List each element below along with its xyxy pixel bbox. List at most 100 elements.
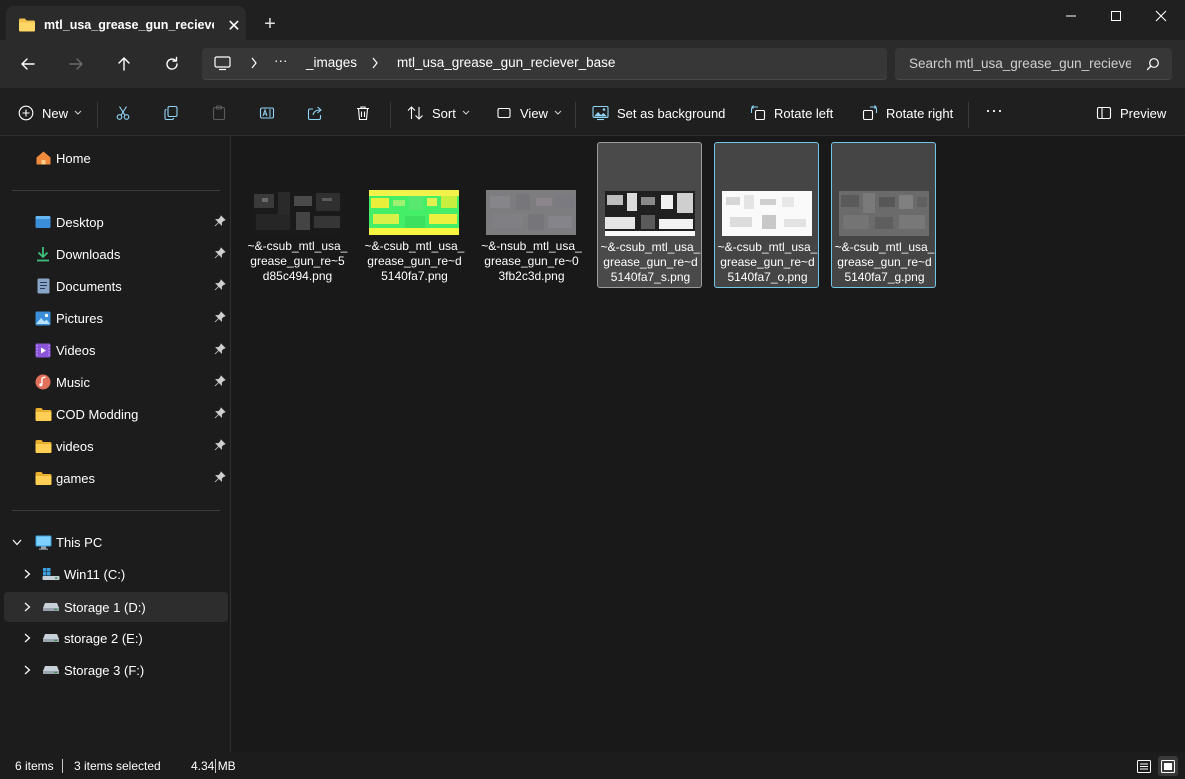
file-item-selected[interactable]: ~&-csub_mtl_usa_grease_gun_re~d5140fa7_g…	[831, 142, 936, 288]
sidebar-item-label: games	[56, 470, 96, 486]
file-item[interactable]: ~&-csub_mtl_usa_grease_gun_re~5d85c494.p…	[245, 142, 350, 288]
sidebar-item-drive-d[interactable]: Storage 1 (D:)	[4, 592, 228, 622]
sidebar-item-videos-folder[interactable]: videos	[4, 432, 228, 460]
see-more-button[interactable]: ···	[985, 97, 1003, 123]
file-name: ~&-nsub_mtl_usa_grease_gun_re~03fb2c3d.p…	[481, 239, 582, 283]
chevron-right-icon[interactable]	[20, 663, 34, 677]
toolbar-divider	[97, 102, 98, 128]
copy-button[interactable]	[163, 100, 179, 126]
sort-button[interactable]: Sort	[407, 100, 470, 126]
address-bar[interactable]: ··· _images mtl_usa_grease_gun_reciever_…	[202, 48, 887, 80]
pin-icon[interactable]	[214, 439, 226, 454]
arrow-right-icon	[69, 58, 83, 70]
folder-icon	[18, 17, 36, 36]
chevron-right-icon[interactable]	[20, 631, 34, 645]
sidebar-item-this-pc[interactable]: This PC	[4, 528, 228, 556]
maximize-button[interactable]	[1093, 0, 1139, 32]
large-icons-view-button[interactable]	[1158, 756, 1178, 776]
preview-pane-icon	[1096, 106, 1112, 120]
chevron-right-icon[interactable]	[20, 567, 34, 581]
preview-pane-button[interactable]: Preview	[1096, 100, 1166, 126]
arrow-left-icon	[21, 58, 35, 70]
document-icon	[34, 277, 52, 295]
new-tab-button[interactable]: +	[258, 12, 282, 36]
breadcrumb-overflow[interactable]: ···	[274, 53, 288, 68]
sidebar-item-cod-modding[interactable]: COD Modding	[4, 400, 228, 428]
download-icon	[34, 245, 52, 263]
up-button[interactable]	[108, 48, 140, 80]
sidebar-item-label: videos	[56, 438, 94, 454]
breadcrumb-images[interactable]: _images	[306, 55, 357, 70]
back-button[interactable]	[12, 48, 44, 80]
sidebar-item-games[interactable]: games	[4, 464, 228, 492]
pin-icon[interactable]	[214, 311, 226, 326]
sidebar-item-drive-c[interactable]: Win11 (C:)	[4, 560, 228, 588]
sidebar-item-downloads[interactable]: Downloads	[4, 240, 228, 268]
file-item-selected[interactable]: ~&-csub_mtl_usa_grease_gun_re~d5140fa7_o…	[714, 142, 819, 288]
rotate-right-button[interactable]: Rotate right	[862, 100, 953, 126]
sidebar-divider	[12, 190, 220, 191]
pin-icon[interactable]	[214, 215, 226, 230]
image-thumbnail	[839, 191, 929, 236]
close-tab-icon[interactable]: ✕	[223, 15, 245, 37]
videos-icon	[34, 341, 52, 359]
search-input[interactable]: Search mtl_usa_grease_gun_recieve	[909, 56, 1131, 71]
navigation-pane: Home Desktop Downloads Documents Picture…	[0, 136, 231, 752]
sidebar-item-home[interactable]: Home	[4, 144, 228, 172]
rename-button[interactable]	[259, 100, 275, 126]
file-item[interactable]: ~&-nsub_mtl_usa_grease_gun_re~03fb2c3d.p…	[479, 142, 584, 288]
breadcrumb-current-folder[interactable]: mtl_usa_grease_gun_reciever_base	[397, 55, 615, 70]
pin-icon[interactable]	[214, 375, 226, 390]
close-window-button[interactable]	[1138, 0, 1184, 32]
pin-icon[interactable]	[214, 247, 226, 262]
sidebar-item-label: Music	[56, 374, 90, 390]
chevron-down-icon[interactable]	[10, 535, 24, 549]
share-button[interactable]	[307, 100, 323, 126]
share-icon	[307, 106, 322, 121]
pin-icon[interactable]	[214, 343, 226, 358]
image-thumbnail	[252, 190, 342, 235]
file-name: ~&-csub_mtl_usa_grease_gun_re~5d85c494.p…	[247, 239, 348, 283]
sidebar-item-music[interactable]: Music	[4, 368, 228, 396]
refresh-button[interactable]	[156, 48, 188, 80]
view-button[interactable]: View	[496, 100, 562, 126]
new-button[interactable]: New	[18, 100, 82, 126]
sidebar-item-drive-f[interactable]: Storage 3 (F:)	[4, 656, 228, 684]
command-bar: New Sort View Set as background Rotate l…	[0, 88, 1185, 136]
plus-circle-icon	[18, 105, 34, 121]
rotate-left-button[interactable]: Rotate left	[750, 100, 833, 126]
minimize-button[interactable]	[1048, 0, 1094, 32]
chevron-right-icon[interactable]	[20, 600, 34, 614]
desktop-icon	[34, 213, 52, 231]
file-item[interactable]: ~&-csub_mtl_usa_grease_gun_re~d5140fa7.p…	[362, 142, 467, 288]
folder-icon	[34, 469, 52, 487]
sidebar-item-drive-e[interactable]: storage 2 (E:)	[4, 624, 228, 652]
set-as-background-button[interactable]: Set as background	[592, 100, 725, 126]
delete-button[interactable]	[355, 100, 371, 126]
paste-button[interactable]	[211, 100, 227, 126]
address-row: ··· _images mtl_usa_grease_gun_reciever_…	[0, 40, 1185, 88]
forward-button[interactable]	[60, 48, 92, 80]
sidebar-item-pictures[interactable]: Pictures	[4, 304, 228, 332]
pin-icon[interactable]	[214, 407, 226, 422]
sidebar-item-label: Downloads	[56, 246, 121, 262]
search-box[interactable]: Search mtl_usa_grease_gun_recieve	[895, 48, 1172, 80]
cut-button[interactable]	[115, 100, 131, 126]
pin-icon[interactable]	[214, 471, 226, 486]
sidebar-item-documents[interactable]: Documents	[4, 272, 228, 300]
chevron-right-icon[interactable]	[250, 57, 258, 72]
file-item-selected[interactable]: ~&-csub_mtl_usa_grease_gun_re~d5140fa7_s…	[597, 142, 702, 288]
chevron-down-icon	[462, 110, 470, 115]
chevron-right-icon[interactable]	[371, 57, 379, 72]
status-bar: 6 items 3 items selected 4.34 MB	[0, 752, 1185, 779]
sidebar-item-videos[interactable]: Videos	[4, 336, 228, 364]
sidebar-item-desktop[interactable]: Desktop	[4, 208, 228, 236]
pin-icon[interactable]	[214, 279, 226, 294]
paste-icon	[212, 105, 226, 121]
file-name: ~&-csub_mtl_usa_grease_gun_re~d5140fa7.p…	[364, 239, 465, 283]
selected-size: 4.34 MB	[191, 759, 236, 773]
rename-icon	[259, 107, 275, 119]
sidebar-item-label: Desktop	[56, 214, 104, 230]
rotate-right-label: Rotate right	[886, 105, 954, 121]
details-view-button[interactable]	[1134, 756, 1154, 776]
